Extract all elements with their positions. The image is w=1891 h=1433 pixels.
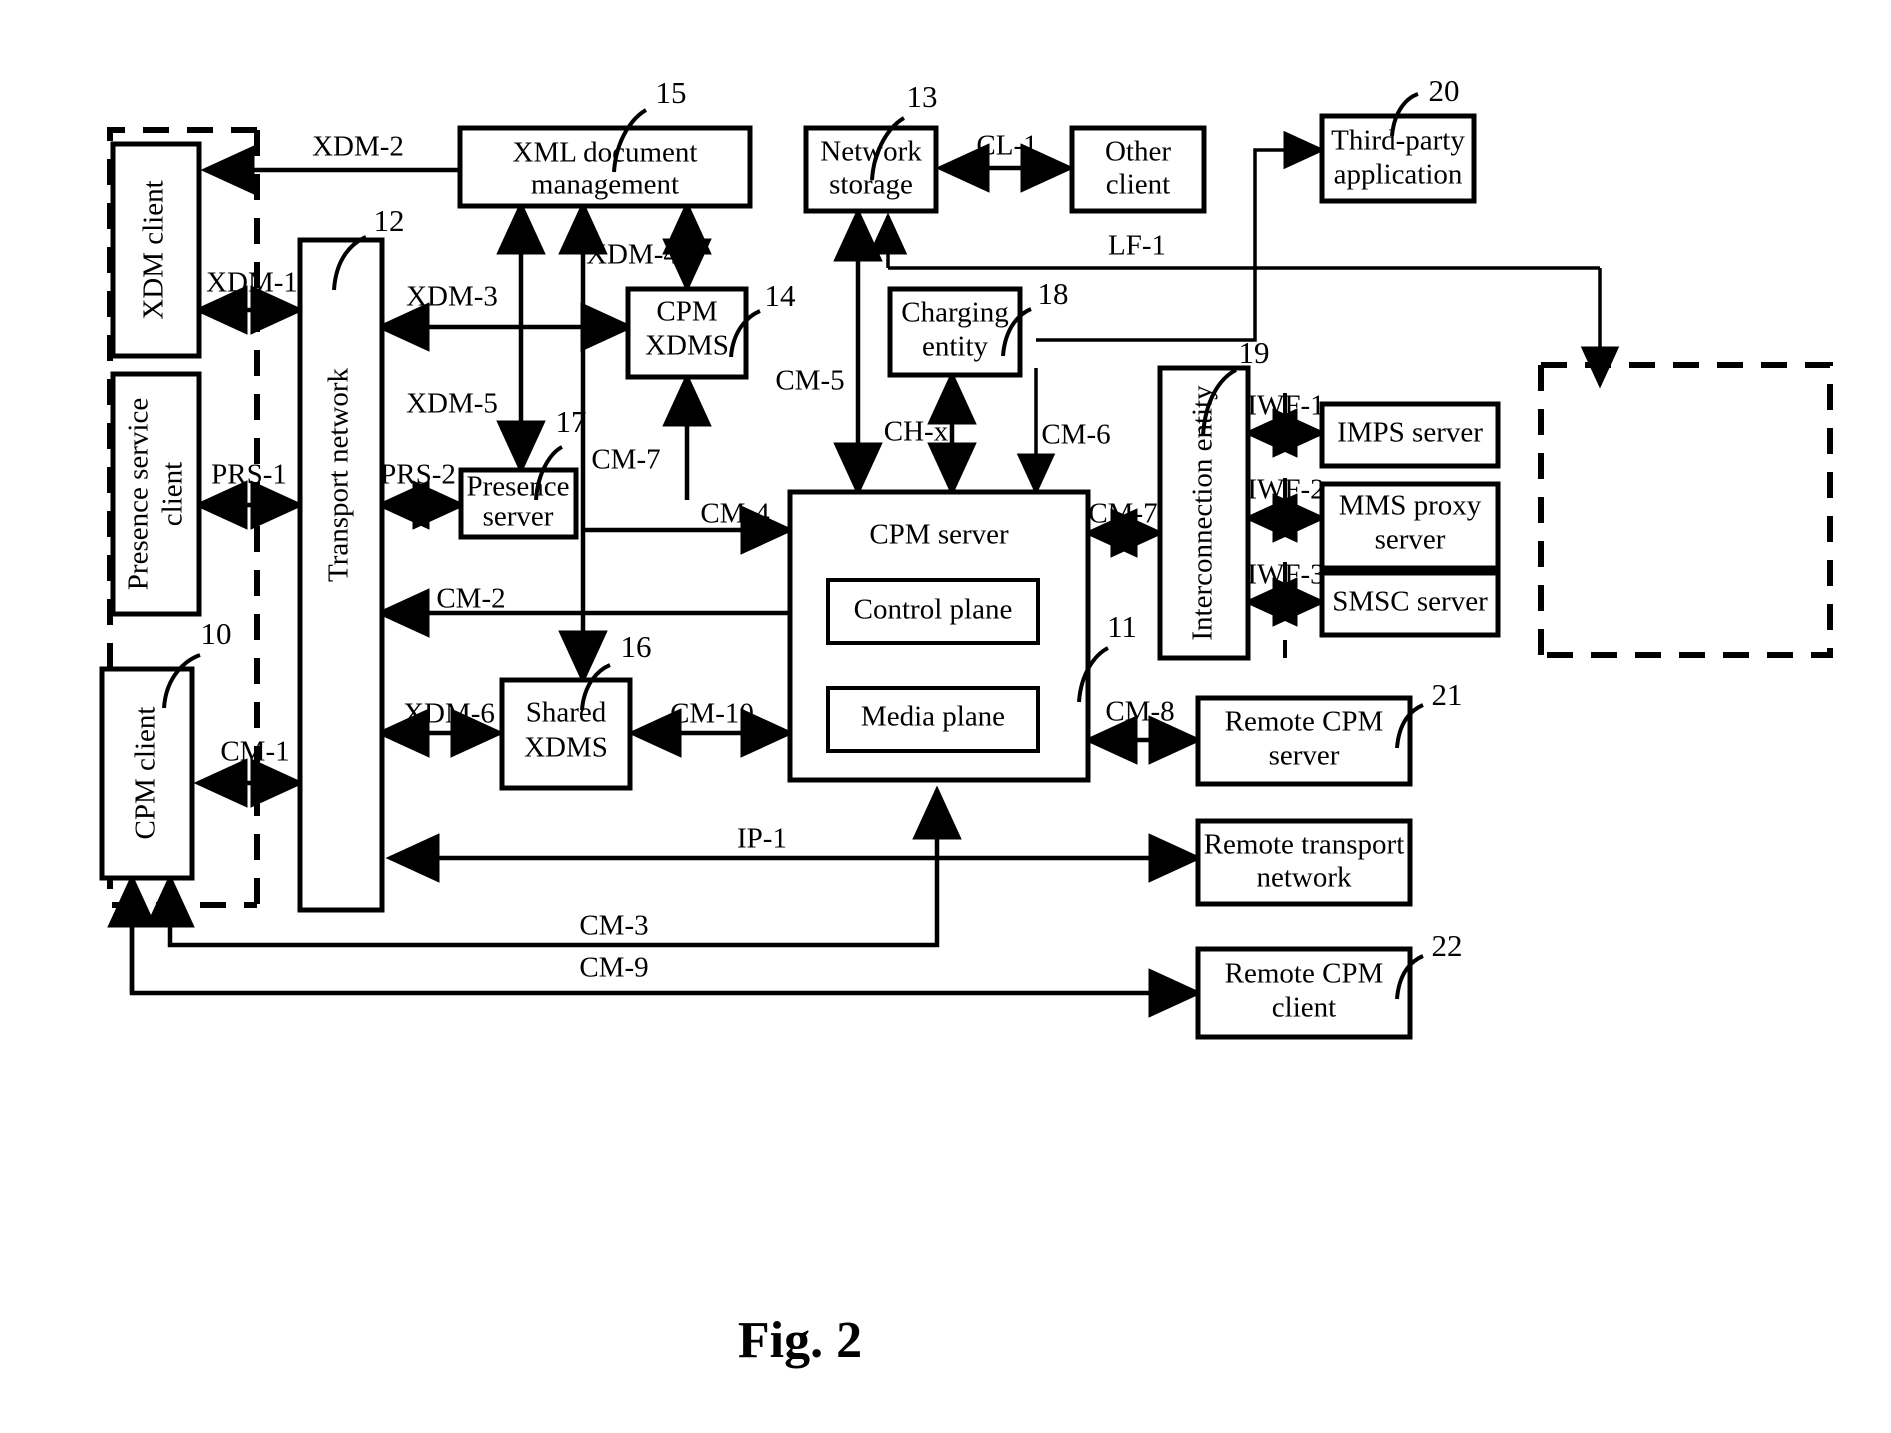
label-cm-1: CM-1	[220, 736, 289, 768]
box-remote-transport-network-label-line1: Remote transport	[1204, 829, 1405, 861]
box-xml-document-management-label-line2: management	[531, 169, 679, 201]
box-mms-proxy-server-label-line1: MMS proxy	[1339, 490, 1482, 522]
label-cl-1: CL-1	[976, 130, 1037, 162]
label-ip-1: IP-1	[737, 823, 787, 855]
box-presence-server-label-line2: server	[483, 501, 554, 533]
box-remote-cpm-client-label-line2: client	[1272, 992, 1336, 1024]
label-xdm-6: XDM-6	[403, 698, 495, 730]
ref-num-11: 11	[1107, 609, 1137, 644]
box-remote-cpm-server-label-line1: Remote CPM	[1225, 706, 1384, 738]
label-cm-7-right: CM-7	[1088, 498, 1157, 530]
box-remote-transport-network-label-line2: network	[1256, 862, 1352, 894]
label-xdm-5: XDM-5	[406, 388, 498, 420]
box-shared-xdms-label-line2: XDMS	[524, 732, 608, 764]
box-network-storage-label-line1: Network	[820, 136, 922, 168]
label-lf-1: LF-1	[1108, 230, 1166, 262]
label-iwf-2: IWF-2	[1247, 474, 1324, 506]
box-cpm-client-label: CPM client	[130, 707, 162, 840]
ref-num-21: 21	[1432, 677, 1463, 712]
ref-num-16: 16	[621, 629, 652, 664]
label-cm-6: CM-6	[1041, 419, 1110, 451]
label-cm-4: CM-4	[700, 498, 770, 530]
ref-num-19: 19	[1239, 335, 1270, 370]
label-cm-2: CM-2	[436, 583, 505, 615]
label-xdm-2: XDM-2	[312, 131, 404, 163]
label-cm-8: CM-8	[1105, 696, 1174, 728]
box-charging-entity-label-line1: Charging	[901, 297, 1008, 329]
box-cpm-server-label: CPM server	[869, 519, 1009, 551]
label-iwf-3: IWF-3	[1247, 559, 1324, 591]
label-xdm-1: XDM-1	[206, 267, 298, 299]
link-cm-3	[145, 785, 962, 948]
box-presence-service-client-label-line2: client	[157, 462, 189, 526]
label-xdm-3: XDM-3	[406, 281, 498, 313]
box-third-party-application-label-line2: application	[1334, 159, 1463, 191]
label-cm-9: CM-9	[579, 952, 648, 984]
box-transport-network-label: Transport network	[323, 368, 355, 583]
ref-num-18: 18	[1038, 276, 1069, 311]
box-presence-service-client-label-line1: Presence service	[123, 398, 155, 590]
label-cm-10: CM-10	[670, 698, 754, 730]
box-imps-server-label: IMPS server	[1337, 417, 1483, 449]
external-server-group-boundary	[1541, 362, 1833, 658]
box-smsc-server-label: SMSC server	[1332, 586, 1488, 618]
box-shared-xdms-label-line1: Shared	[526, 697, 607, 729]
label-cm-5: CM-5	[775, 365, 844, 397]
label-cm-7-left: CM-7	[591, 444, 660, 476]
ref-num-13: 13	[907, 79, 938, 114]
diagram-canvas: XDM client Presence service client CPM c…	[99, 73, 1833, 1369]
box-other-client-label-line2: client	[1106, 169, 1170, 201]
label-prs-2: PRS-2	[380, 459, 456, 491]
box-cpm-xdms-label-line1: CPM	[656, 296, 717, 328]
label-cm-3: CM-3	[579, 910, 648, 942]
ref-num-15: 15	[656, 75, 687, 110]
box-xdm-client-label: XDM client	[138, 180, 170, 319]
label-ch-x: CH-x	[884, 416, 949, 448]
ref-num-12: 12	[374, 203, 405, 238]
label-prs-1: PRS-1	[211, 459, 287, 491]
ref-num-20: 20	[1429, 73, 1460, 108]
ref-num-14: 14	[765, 278, 797, 313]
label-iwf-1: IWF-1	[1247, 390, 1324, 422]
figure-caption: Fig. 2	[738, 1312, 862, 1369]
box-charging-entity-label-line2: entity	[922, 331, 989, 363]
link-cm-9	[129, 878, 1203, 1018]
box-presence-server-label-line1: Presence	[466, 471, 569, 503]
box-cpm-xdms-label-line2: XDMS	[645, 330, 729, 362]
box-other-client-label-line1: Other	[1105, 136, 1171, 168]
box-third-party-application-label-line1: Third-party	[1331, 125, 1465, 157]
ref-num-10: 10	[201, 616, 232, 651]
label-xdm-4: XDM-4	[586, 239, 678, 271]
box-xml-document-management-label-line1: XML document	[513, 137, 698, 169]
box-remote-cpm-server-label-line2: server	[1269, 740, 1340, 772]
box-media-plane-label: Media plane	[861, 701, 1005, 733]
patent-figure: XDM client Presence service client CPM c…	[0, 0, 1891, 1433]
box-control-plane-label: Control plane	[854, 594, 1013, 626]
ref-num-17: 17	[556, 404, 587, 439]
box-mms-proxy-server-label-line2: server	[1375, 524, 1446, 556]
box-remote-cpm-client-label-line1: Remote CPM	[1225, 958, 1384, 990]
ref-num-22: 22	[1432, 928, 1463, 963]
